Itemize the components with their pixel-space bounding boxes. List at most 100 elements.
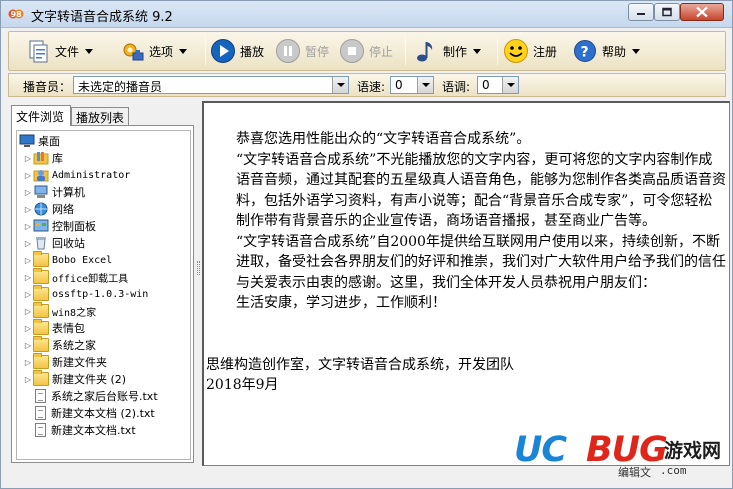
tree-item-network[interactable]: ▷ 网络 (23, 201, 74, 217)
speed-label: 语速: (357, 80, 386, 94)
folder-icon (33, 319, 49, 335)
tree-item-label: 库 (52, 152, 63, 165)
chevron-down-icon[interactable] (417, 77, 433, 93)
tree-item-label: 网络 (52, 203, 74, 216)
control-panel-icon (33, 219, 49, 233)
user-icon (33, 168, 49, 182)
editor-paragraph: 2018年9月 (206, 377, 279, 393)
tone-value: 0 (482, 78, 490, 92)
expand-arrow-icon[interactable]: ▷ (23, 375, 33, 384)
stop-label: 停止 (369, 44, 394, 59)
tree-item-label: 新建文件夹 (2) (52, 373, 127, 386)
tab-file-browse[interactable]: 文件浏览 (11, 105, 71, 126)
tree-item-folder[interactable]: ▷ 表情包 (23, 319, 85, 336)
editor-paragraph (206, 314, 726, 355)
expand-arrow-icon[interactable]: ▷ (23, 273, 33, 282)
expand-arrow-icon[interactable]: ▷ (23, 256, 33, 265)
tree-item-folder[interactable]: ▷ 新建文件夹 (2) (23, 370, 127, 387)
speed-select[interactable]: 0 (390, 76, 434, 94)
stop-icon (339, 38, 365, 64)
close-icon (696, 6, 708, 18)
network-icon (33, 202, 49, 216)
tree-item-administrator[interactable]: ▷ Administrator (23, 167, 130, 183)
tree-item-label: 控制面板 (52, 220, 96, 233)
expand-arrow-icon[interactable]: ▷ (23, 222, 33, 231)
tree-item-control-panel[interactable]: ▷ 控制面板 (23, 218, 96, 234)
smiley-icon (503, 38, 529, 64)
minimize-icon (637, 13, 645, 15)
expand-arrow-icon[interactable]: ▷ (23, 358, 33, 367)
help-menu-button[interactable]: ? 帮助 (572, 35, 641, 67)
maximize-icon (662, 7, 672, 17)
tree-item-file[interactable]: 系统之家后台账号.txt (33, 388, 158, 404)
file-menu-button[interactable]: 文件 (25, 35, 94, 67)
watermark-sub: 编辑文 (618, 466, 651, 479)
tree-item-label: Administrator (52, 169, 131, 181)
tone-select[interactable]: 0 (477, 76, 519, 94)
text-file-icon (35, 389, 46, 403)
file-icon (25, 38, 51, 64)
tree-item-folder[interactable]: ▷ office卸载工具 (23, 268, 128, 285)
file-browser-panel: 桌面 ▷ 库 ▷ Administrator ▷ 计算机 ▷ 网络 ▷ 控制面板… (11, 125, 194, 463)
tree-item-label: Bobo Excel (52, 254, 113, 266)
register-button[interactable]: 注册 (503, 35, 557, 67)
expand-arrow-icon[interactable]: ▷ (23, 154, 33, 163)
folder-icon (33, 268, 49, 284)
options-menu-button[interactable]: 选项 (119, 35, 188, 67)
file-menu-label: 文件 (55, 44, 80, 59)
announcer-select[interactable]: 未选定的播音员 (73, 76, 349, 94)
tab-playlist[interactable]: 播放列表 (71, 107, 129, 125)
watermark-cn: 游戏网 (664, 440, 722, 462)
expand-arrow-icon[interactable]: ▷ (23, 188, 33, 197)
toolbar-separator (497, 37, 498, 65)
watermark-url: .com (660, 464, 687, 477)
pause-label: 暂停 (305, 44, 330, 59)
expand-arrow-icon[interactable]: ▷ (23, 290, 33, 299)
text-editor[interactable]: 恭喜您选用性能出众的“文字转语音合成系统”。 “文字转语音合成系统”不光能播放您… (202, 101, 730, 466)
tree-item-label: 回收站 (52, 237, 85, 250)
tree-item-desktop[interactable]: 桌面 (19, 133, 60, 149)
tree-item-folder[interactable]: ▷ ossftp-1.0.3-win (23, 285, 148, 302)
produce-menu-button[interactable]: 制作 (413, 35, 482, 67)
tree-item-recycle-bin[interactable]: ▷ 回收站 (23, 235, 85, 251)
folder-icon (33, 285, 49, 301)
tree-item-library[interactable]: ▷ 库 (23, 150, 63, 166)
minimize-button[interactable] (628, 3, 654, 21)
tree-item-folder[interactable]: ▷ Bobo Excel (23, 251, 113, 268)
editor-paragraph: 生活安康，学习进步，工作顺利！ (236, 295, 446, 311)
file-tree[interactable]: 桌面 ▷ 库 ▷ Administrator ▷ 计算机 ▷ 网络 ▷ 控制面板… (16, 130, 191, 460)
tree-item-label: 新建文件夹 (52, 356, 107, 369)
tree-item-file[interactable]: 新建文本文档.txt (33, 422, 136, 438)
title-bar[interactable]: 98 文字转语音合成系统 9.2 (1, 1, 732, 28)
tree-item-folder[interactable]: ▷ win8之家 (23, 302, 96, 319)
close-button[interactable] (680, 3, 724, 21)
folder-icon (33, 302, 49, 318)
tree-item-file[interactable]: 新建文本文档 (2).txt (33, 405, 155, 421)
stop-button[interactable]: 停止 (339, 35, 393, 67)
expand-arrow-icon[interactable]: ▷ (23, 324, 33, 333)
svg-text:98: 98 (11, 10, 23, 19)
register-label: 注册 (533, 44, 558, 59)
expand-arrow-icon[interactable]: ▷ (23, 307, 33, 316)
tree-item-computer[interactable]: ▷ 计算机 (23, 184, 85, 200)
expand-arrow-icon[interactable]: ▷ (23, 239, 33, 248)
pause-icon (275, 38, 301, 64)
tone-label: 语调: (442, 80, 471, 94)
tree-item-label: 新建文本文档 (2).txt (51, 407, 155, 420)
chevron-down-icon (85, 48, 94, 54)
play-button[interactable]: 播放 (210, 35, 264, 67)
tree-item-label: 新建文本文档.txt (51, 424, 136, 437)
recycle-bin-icon (33, 236, 49, 250)
tree-item-folder[interactable]: ▷ 系统之家 (23, 336, 96, 353)
editor-paragraph: 思维构造创作室，文字转语音合成系统，开发团队 (206, 356, 514, 373)
folder-icon (33, 353, 49, 369)
editor-paragraph: “文字转语音合成系统”不光能播放您的文字内容，更可将您的文字内容制作成语音音频，… (236, 151, 726, 230)
chevron-down-icon[interactable] (332, 77, 348, 93)
chevron-down-icon[interactable] (502, 77, 518, 93)
expand-arrow-icon[interactable]: ▷ (23, 341, 33, 350)
expand-arrow-icon[interactable]: ▷ (23, 171, 33, 180)
pause-button[interactable]: 暂停 (275, 35, 329, 67)
tree-item-folder[interactable]: ▷ 新建文件夹 (23, 353, 107, 370)
maximize-button[interactable] (654, 3, 680, 21)
expand-arrow-icon[interactable]: ▷ (23, 205, 33, 214)
